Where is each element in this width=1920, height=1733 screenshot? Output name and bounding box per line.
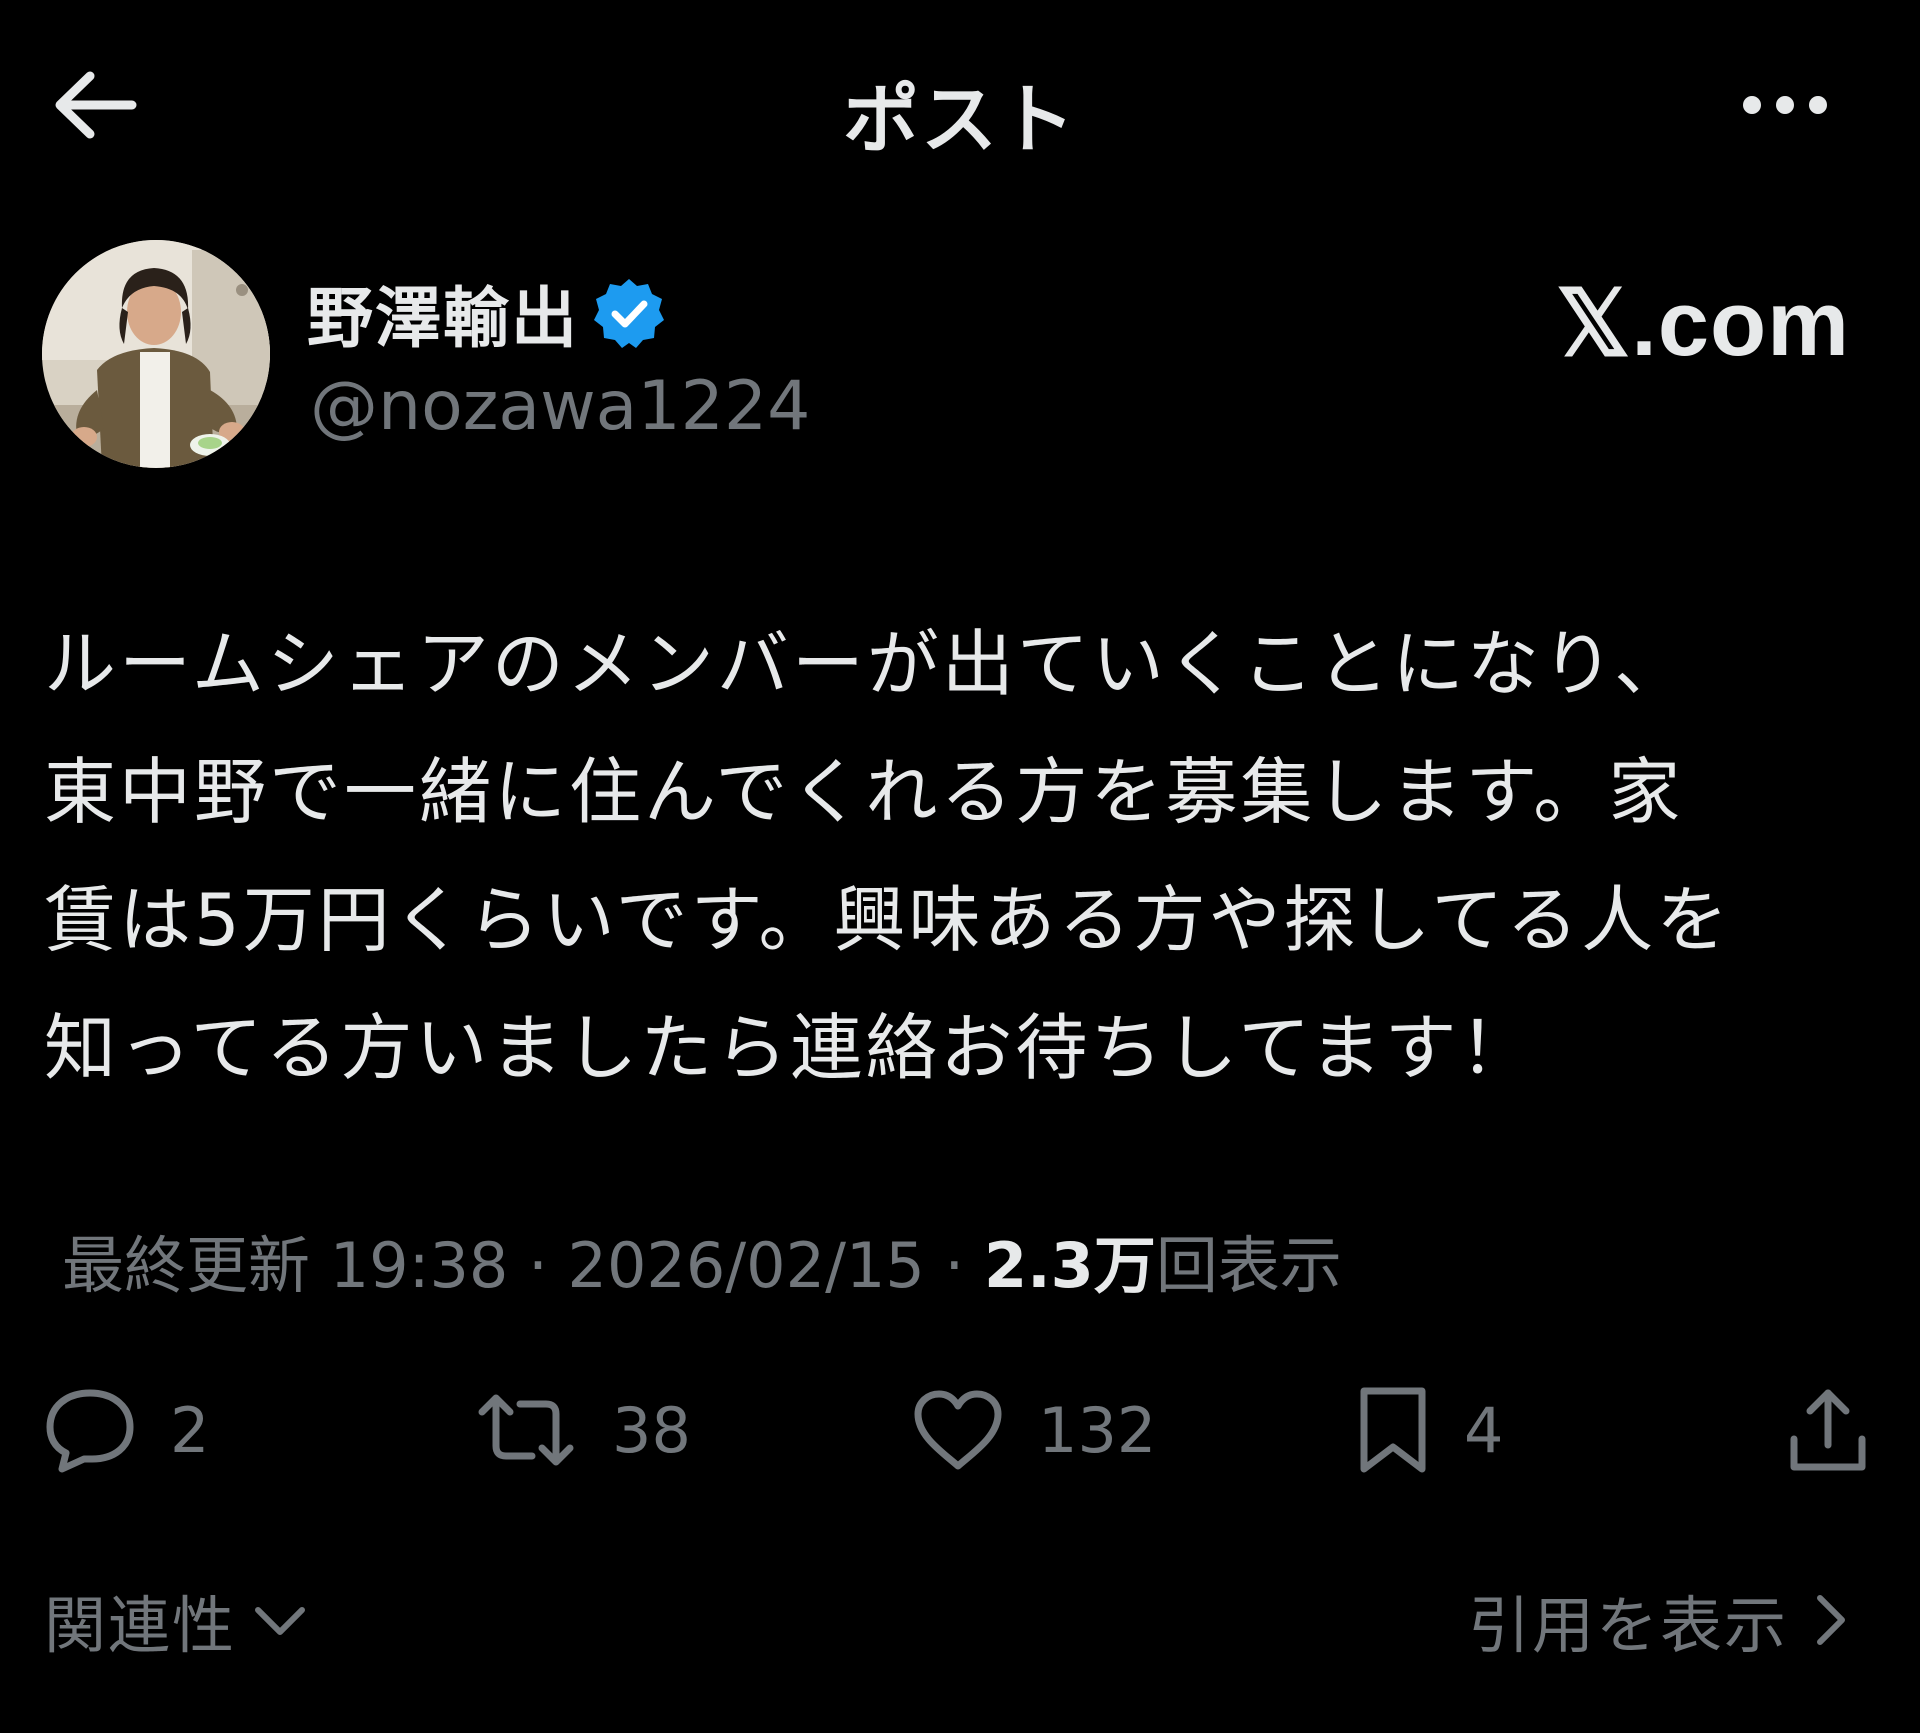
avatar[interactable] — [42, 240, 270, 468]
reply-count: 2 — [170, 1393, 210, 1467]
quotes-label: 引用を表示 — [1467, 1589, 1788, 1662]
post-author: 野澤輸出 @nozawa1224 𝕏.com — [42, 240, 1882, 480]
post-metadata: 最終更新 19:38 · 2026/02/15 · 2.3万回表示 — [62, 1215, 1342, 1305]
avatar-image — [42, 240, 270, 468]
page-title: ポスト — [843, 75, 1077, 164]
bookmark-icon — [1360, 1387, 1426, 1473]
user-handle[interactable]: @nozawa1224 — [310, 367, 810, 446]
more-options-button[interactable] — [1730, 60, 1840, 150]
post-text-line: 東中野で一緒に住んでくれる方を募集します。家 — [44, 750, 1684, 834]
action-bar: 2 38 132 4 — [0, 1370, 1920, 1490]
chevron-right-icon — [1817, 1595, 1845, 1645]
heart-icon — [914, 1390, 1002, 1470]
views-label: 回表示 — [1155, 1229, 1342, 1302]
view-quotes-link[interactable]: 引用を表示 — [1468, 1575, 1850, 1665]
post-text-line: 賃は5万円くらいです。興味ある方や探してる人を — [44, 878, 1732, 962]
more-dots-icon — [1743, 96, 1827, 114]
bookmark-count: 4 — [1464, 1393, 1504, 1467]
views-count[interactable]: 2.3万 — [984, 1229, 1156, 1302]
post-text-line: ルームシェアのメンバーが出ていくことになり、 — [44, 622, 1689, 706]
share-icon — [1790, 1389, 1866, 1471]
post-timestamp[interactable]: 最終更新 19:38 · 2026/02/15 · — [62, 1229, 984, 1302]
sort-relevance-dropdown[interactable]: 関連性 — [44, 1575, 310, 1665]
bookmark-button[interactable]: 4 — [1356, 1370, 1503, 1490]
sort-label: 関連性 — [44, 1589, 237, 1662]
top-bar: ポスト — [0, 0, 1920, 210]
repost-button[interactable]: 38 — [474, 1370, 691, 1490]
like-button[interactable]: 132 — [912, 1370, 1156, 1490]
repost-count: 38 — [612, 1393, 691, 1467]
share-button[interactable] — [1786, 1370, 1870, 1490]
reply-icon — [46, 1389, 134, 1473]
repost-icon — [478, 1394, 574, 1466]
display-name: 野澤輸出 — [307, 280, 579, 357]
chevron-down-icon — [255, 1607, 306, 1635]
post-body: ルームシェアのメンバーが出ていくことになり、 東中野で一緒に住んでくれる方を募集… — [44, 600, 1884, 1112]
post-text-line: 知ってる方いましたら連絡お待ちしてます！ — [44, 1006, 1535, 1090]
verified-badge-icon — [594, 279, 664, 348]
display-name-row[interactable]: 野澤輸出 — [307, 265, 665, 361]
replies-footer: 関連性 引用を表示 — [0, 1575, 1920, 1675]
reply-button[interactable]: 2 — [44, 1370, 209, 1490]
watermark-logo: 𝕏.com — [1556, 273, 1850, 375]
like-count: 132 — [1038, 1393, 1157, 1467]
